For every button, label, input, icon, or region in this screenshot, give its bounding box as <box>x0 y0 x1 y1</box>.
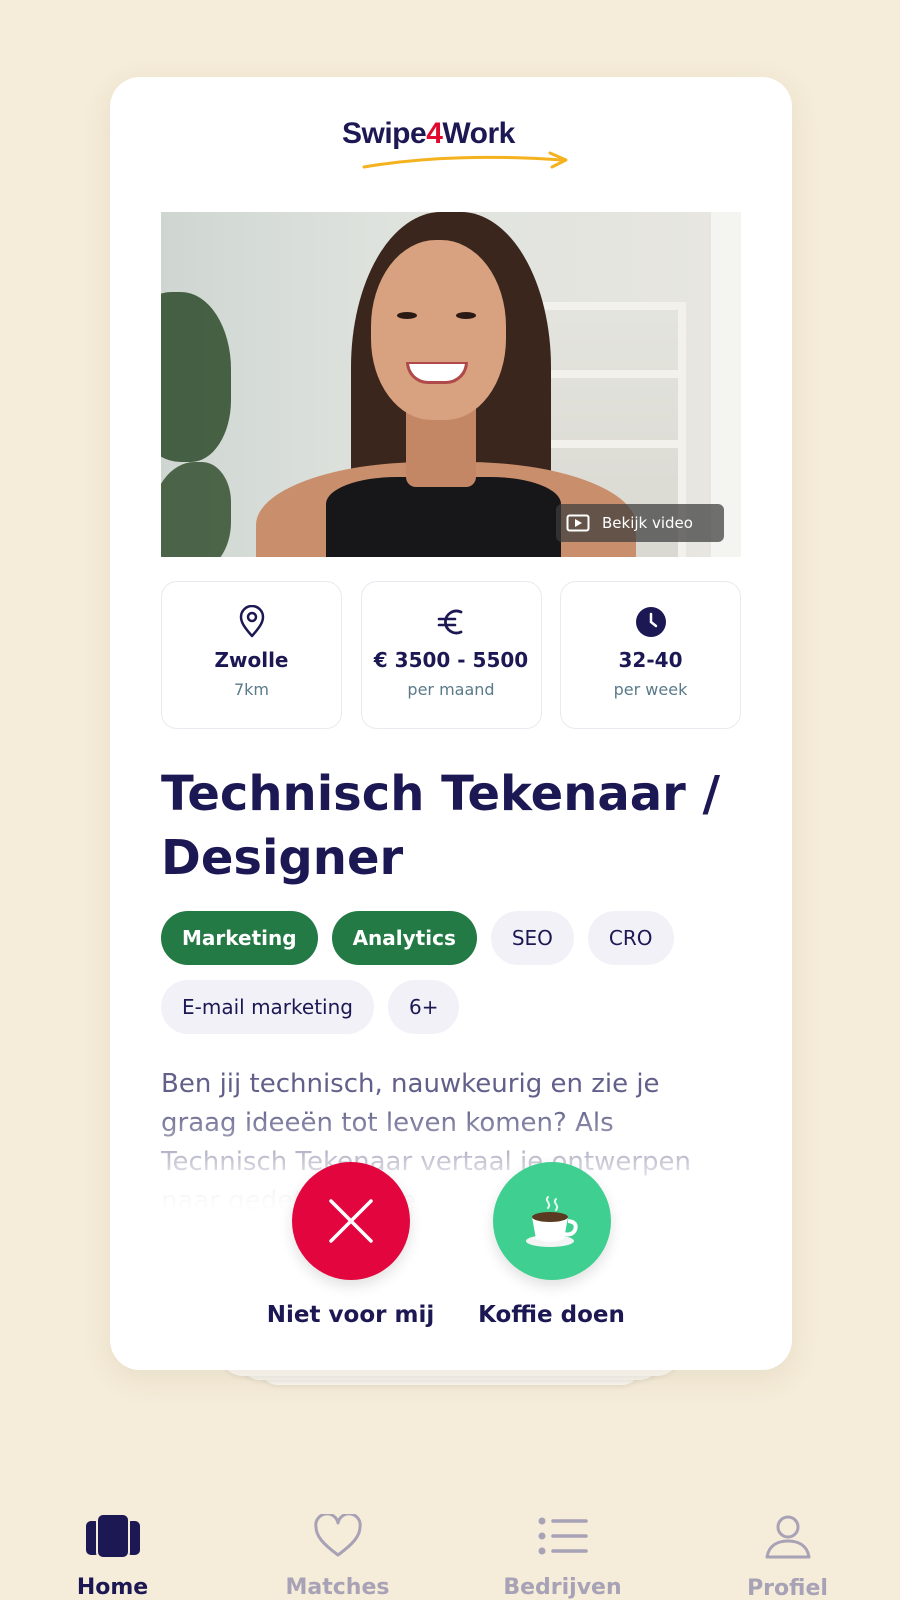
reject-button[interactable] <box>291 1162 410 1280</box>
location-info: Zwolle 7km <box>161 581 342 729</box>
tag-analytics[interactable]: Analytics <box>331 911 477 965</box>
location-city: Zwolle <box>214 648 289 672</box>
close-icon <box>328 1199 373 1243</box>
tag-cro[interactable]: CRO <box>587 911 674 965</box>
user-icon <box>765 1515 810 1559</box>
euro-icon <box>437 609 463 635</box>
app-logo: Swipe4Work <box>110 117 792 187</box>
nav-profile[interactable]: Profiel <box>708 1500 868 1600</box>
hours-period: per week <box>613 680 688 699</box>
coffee-cup-icon <box>525 1196 578 1247</box>
nav-companies[interactable]: Bedrijven <box>483 1500 643 1600</box>
logo-text: Swipe4Work <box>342 117 515 150</box>
job-card[interactable]: Swipe4Work Bekijk video Zwolle 7km € 350… <box>110 77 792 1370</box>
accept-label: Koffie doen <box>478 1302 625 1328</box>
watch-video-label: Bekijk video <box>602 514 693 532</box>
accept-action[interactable]: Koffie doen <box>469 1162 634 1328</box>
hours-info: 32-40 per week <box>560 581 741 729</box>
hours-range: 32-40 <box>618 648 683 672</box>
job-info-row: Zwolle 7km € 3500 - 5500 per maand 32-40… <box>161 581 741 729</box>
list-icon <box>538 1517 588 1554</box>
skill-tags: Marketing Analytics SEO CRO E-mail marke… <box>161 911 751 1034</box>
location-distance: 7km <box>233 680 270 699</box>
swipe-actions: Niet voor mij Koffie doen <box>110 1162 792 1328</box>
candidate-photo[interactable]: Bekijk video <box>161 212 741 557</box>
salary-period: per maand <box>407 680 495 699</box>
play-icon <box>566 514 590 532</box>
nav-matches-label: Matches <box>285 1575 390 1600</box>
tag-more[interactable]: 6+ <box>387 980 460 1034</box>
tag-seo[interactable]: SEO <box>490 911 574 965</box>
bottom-navigation: Home Matches Bedrijven Profiel <box>0 1500 900 1600</box>
clock-icon <box>635 607 666 637</box>
cards-icon <box>85 1512 140 1559</box>
watch-video-button[interactable]: Bekijk video <box>556 504 724 542</box>
nav-home-label: Home <box>76 1575 149 1600</box>
salary-range: € 3500 - 5500 <box>373 648 529 672</box>
reject-action[interactable]: Niet voor mij <box>266 1162 435 1328</box>
logo-arrow-icon <box>362 151 568 169</box>
nav-matches[interactable]: Matches <box>258 1500 418 1600</box>
nav-companies-label: Bedrijven <box>503 1575 622 1600</box>
nav-profile-label: Profiel <box>747 1576 828 1600</box>
job-title: Technisch Tekenaar / Designer <box>161 766 721 886</box>
nav-home[interactable]: Home <box>33 1500 193 1600</box>
location-pin-icon <box>239 605 264 638</box>
reject-label: Niet voor mij <box>266 1302 435 1328</box>
coffee-button[interactable] <box>492 1162 611 1280</box>
salary-info: € 3500 - 5500 per maand <box>360 581 542 729</box>
tag-marketing[interactable]: Marketing <box>161 911 318 965</box>
tag-email-marketing[interactable]: E-mail marketing <box>161 980 374 1034</box>
heart-icon <box>313 1513 362 1556</box>
